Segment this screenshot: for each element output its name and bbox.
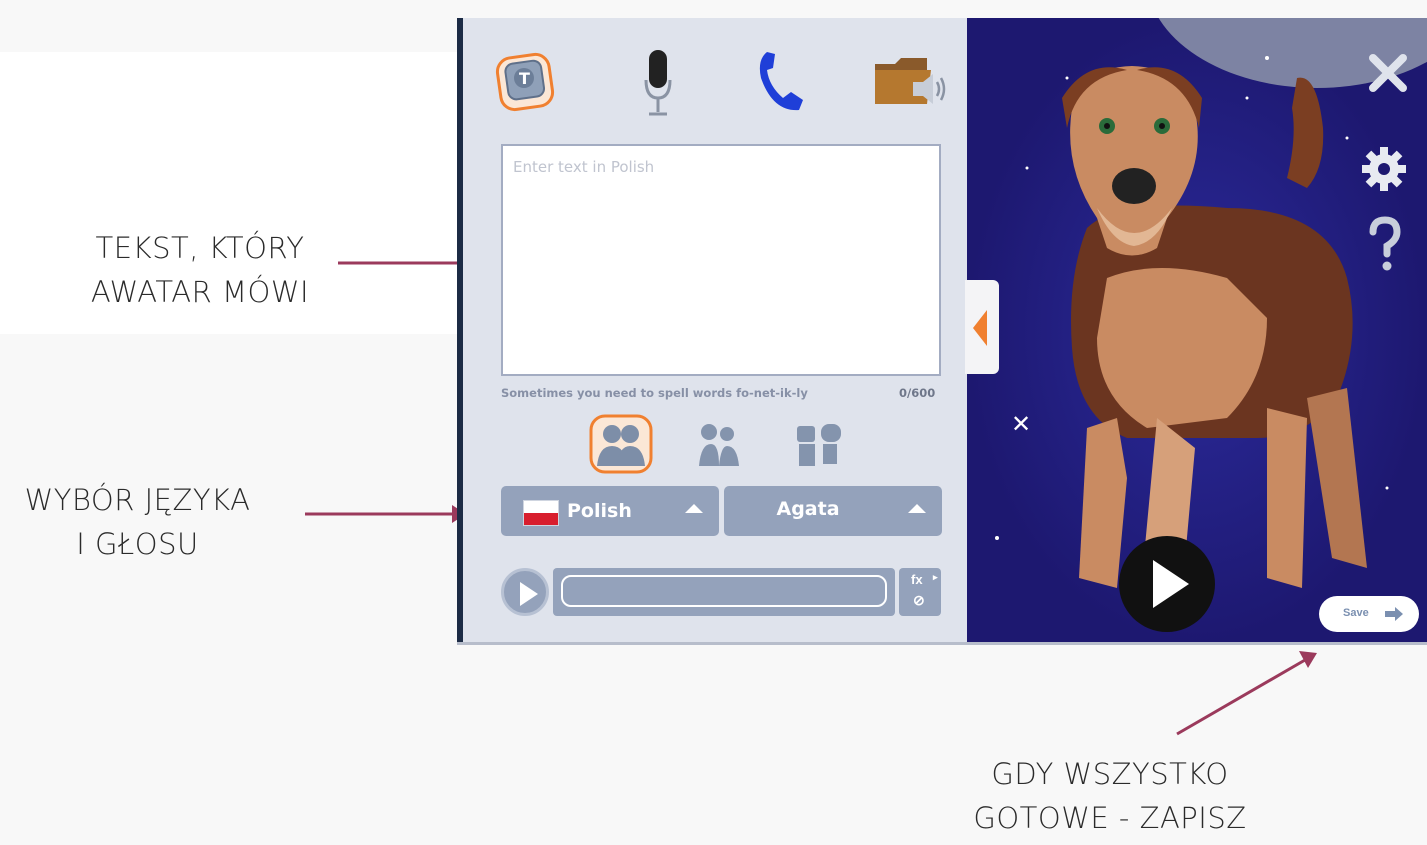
kid-voices-icon[interactable] bbox=[695, 420, 743, 470]
save-arrow-icon bbox=[1176, 658, 1306, 736]
save-label: Save bbox=[1343, 607, 1369, 619]
annotation-line: WYBÓR JĘZYKA bbox=[24, 483, 251, 517]
poland-flag-icon bbox=[523, 500, 559, 526]
preview-play-button[interactable] bbox=[501, 568, 549, 616]
annotation-line: I GŁOSU bbox=[76, 527, 199, 561]
save-arrow-head-icon bbox=[1299, 651, 1317, 668]
avatar-scene: ✕ Save bbox=[967, 18, 1427, 644]
microphone-icon[interactable] bbox=[643, 48, 673, 120]
language-select[interactable]: Polish bbox=[501, 486, 719, 536]
voice-select[interactable]: Agata bbox=[724, 486, 942, 536]
save-button[interactable]: Save bbox=[1319, 596, 1419, 632]
annotation-line: AWATAR MÓWI bbox=[90, 275, 310, 309]
audio-player: fx ▸ ⊘ bbox=[501, 566, 941, 618]
play-avatar-button[interactable] bbox=[1119, 536, 1215, 632]
audio-progress-bar[interactable] bbox=[553, 568, 895, 616]
save-annotation: GDY WSZYSTKO GOTOWE - ZAPISZ bbox=[930, 752, 1290, 840]
close-icon[interactable] bbox=[1365, 50, 1411, 96]
fx-label: fx bbox=[911, 572, 923, 587]
annotation-line: TEKST, KTÓRY bbox=[95, 231, 305, 265]
no-effect-icon: ⊘ bbox=[913, 592, 925, 608]
play-icon bbox=[520, 582, 538, 606]
app-bottom-border bbox=[457, 642, 1427, 645]
text-input-annotation: TEKST, KTÓRY AWATAR MÓWI bbox=[40, 226, 360, 314]
language-label: Polish bbox=[567, 500, 632, 522]
voki-app: T Enter text in Polish Sometimes you nee… bbox=[457, 18, 1427, 646]
caret-up-icon bbox=[908, 504, 926, 513]
language-annotation: WYBÓR JĘZYKA I GŁOSU bbox=[0, 478, 275, 566]
robot-voices-icon[interactable] bbox=[793, 418, 847, 470]
keyboard-icon[interactable]: T bbox=[493, 50, 557, 114]
adult-voices-icon[interactable] bbox=[589, 414, 653, 474]
annotation-line: GDY WSZYSTKO bbox=[991, 757, 1229, 791]
char-counter: 0/600 bbox=[899, 386, 936, 400]
chevron-right-icon: ▸ bbox=[933, 572, 938, 582]
svg-text:T: T bbox=[519, 69, 530, 88]
voice-label: Agata bbox=[776, 498, 840, 520]
caret-up-icon bbox=[685, 504, 703, 513]
gear-icon[interactable] bbox=[1361, 146, 1407, 192]
spelling-hint: Sometimes you need to spell words fo-net… bbox=[501, 386, 808, 400]
annotation-line: GOTOWE - ZAPISZ bbox=[973, 801, 1247, 835]
collapse-panel-tab[interactable] bbox=[965, 280, 999, 374]
audio-folder-icon[interactable] bbox=[873, 54, 947, 112]
star-icon: ✕ bbox=[1011, 410, 1031, 438]
speech-text-input[interactable]: Enter text in Polish bbox=[501, 144, 941, 376]
fx-button[interactable]: fx ▸ ⊘ bbox=[899, 568, 941, 616]
chevron-left-icon bbox=[973, 310, 987, 346]
play-icon bbox=[1153, 560, 1189, 608]
help-icon[interactable] bbox=[1367, 216, 1403, 272]
phone-icon[interactable] bbox=[753, 48, 809, 114]
editor-panel: T Enter text in Polish Sometimes you nee… bbox=[463, 18, 967, 644]
arrow-right-icon bbox=[1385, 607, 1403, 621]
